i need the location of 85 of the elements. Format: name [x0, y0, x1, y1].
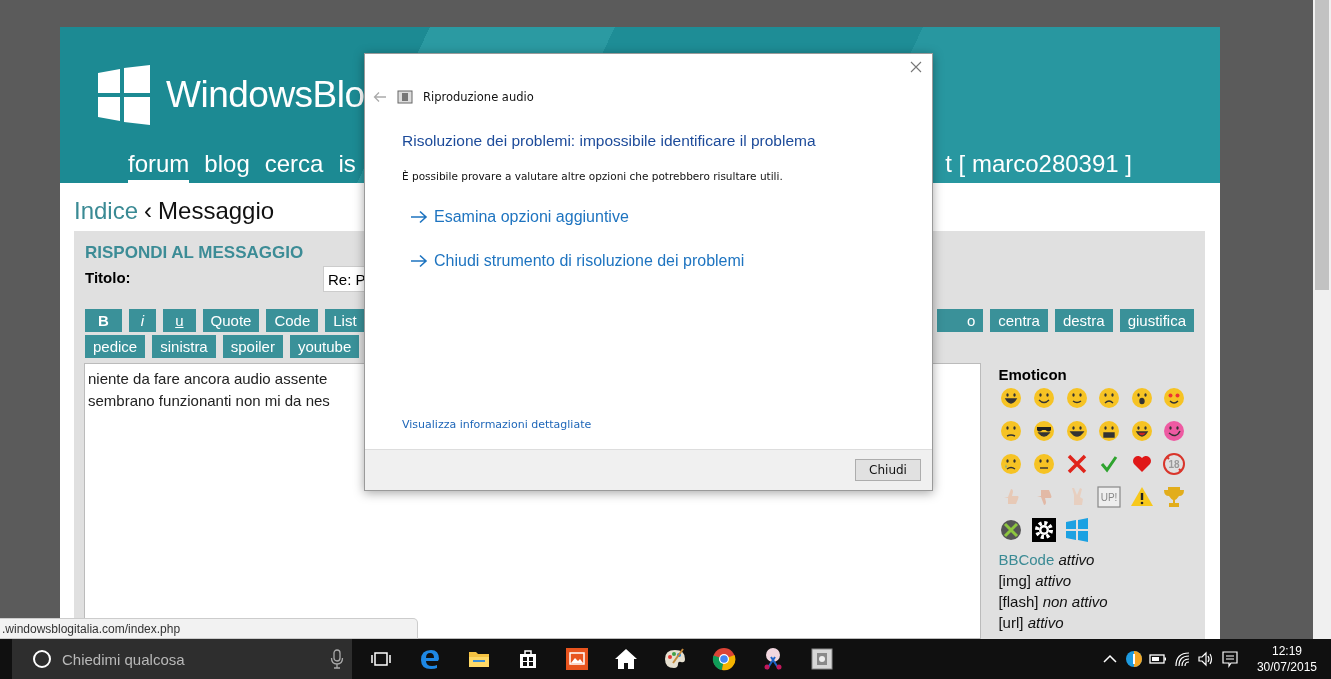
- bbcode-tag: [img]: [998, 572, 1031, 589]
- format-button[interactable]: B: [85, 309, 122, 332]
- format-button[interactable]: u: [163, 309, 196, 332]
- format-button[interactable]: spoiler: [222, 335, 283, 358]
- emoticon-heading: Emoticon: [998, 366, 1068, 383]
- gear-icon[interactable]: [1032, 518, 1057, 542]
- up-badge-icon[interactable]: UP!: [1097, 486, 1121, 508]
- bbcode-state: attivo: [1058, 551, 1095, 568]
- bbcode-tag: [url]: [998, 614, 1024, 631]
- smiley-icon[interactable]: [1164, 421, 1185, 441]
- option-link[interactable]: Esamina opzioni aggiuntive: [410, 208, 629, 226]
- status-url: .windowsblogitalia.com/index.php: [0, 618, 418, 639]
- site-logo-text: WindowsBlo: [166, 73, 365, 117]
- format-button[interactable]: Quote: [202, 309, 260, 332]
- thumbs-down-icon[interactable]: [1037, 490, 1052, 505]
- subject-label: Titolo:: [85, 269, 132, 286]
- heart-icon[interactable]: [1132, 456, 1151, 472]
- bbcode-tag: [flash]: [998, 593, 1039, 610]
- chrome-icon[interactable]: [711, 647, 736, 671]
- smiley-icon[interactable]: [1131, 421, 1152, 441]
- nav-link[interactable]: cerca: [264, 150, 324, 183]
- format-button[interactable]: centra: [990, 309, 1048, 332]
- nav-link[interactable]: blog: [204, 150, 250, 183]
- format-button[interactable]: destra: [1054, 309, 1113, 332]
- thumbs-up-icon[interactable]: [1004, 489, 1019, 504]
- smiley-icon[interactable]: [1066, 421, 1087, 441]
- arrow-icon: [410, 210, 428, 224]
- x-ball-icon[interactable]: [1001, 520, 1022, 540]
- format-button[interactable]: sinistra: [152, 335, 216, 358]
- bbcode-state: non attivo: [1042, 593, 1108, 610]
- bbcode-link[interactable]: BBCode: [998, 551, 1055, 568]
- smiley-icon[interactable]: [1001, 388, 1022, 408]
- format-button[interactable]: List: [325, 309, 365, 332]
- home-icon[interactable]: [613, 647, 638, 671]
- smiley-icon[interactable]: [1001, 454, 1022, 474]
- smiley-icon[interactable]: [1001, 421, 1022, 441]
- notification-icon[interactable]: [1220, 650, 1239, 668]
- form-title: RISPONDI AL MESSAGGIO: [85, 243, 304, 263]
- breadcrumb-separator: ‹: [144, 197, 153, 225]
- clock[interactable]: 12:19 30/07/2015: [1256, 643, 1317, 675]
- smiley-icon[interactable]: [1034, 421, 1055, 441]
- close-icon[interactable]: [910, 61, 922, 73]
- prohibited-sign-icon[interactable]: 18: [1163, 453, 1186, 475]
- nav-link[interactable]: is: [338, 150, 356, 183]
- user-link[interactable]: t [ marco280391 ]: [945, 150, 1132, 183]
- audio-panel-icon: [397, 90, 413, 104]
- bbcode-state: attivo: [1027, 614, 1064, 631]
- bbcode-state: attivo: [1035, 572, 1071, 589]
- option-link[interactable]: Chiudi strumento di risoluzione dei problemi: [410, 252, 745, 270]
- audio-panel-icon[interactable]: [809, 647, 834, 671]
- format-button[interactable]: i: [128, 309, 157, 332]
- cross-icon[interactable]: [1066, 454, 1087, 474]
- smiley-icon[interactable]: [1164, 388, 1185, 408]
- scroll-thumb[interactable]: [1315, 0, 1329, 290]
- format-button[interactable]: o: [936, 309, 984, 332]
- scrollbar[interactable]: [1313, 0, 1331, 639]
- warning-icon[interactable]: [1130, 487, 1153, 506]
- logo-icon: [98, 65, 150, 125]
- details-link[interactable]: Visualizza informazioni dettagliate: [402, 418, 592, 431]
- arrow-icon: [410, 254, 428, 268]
- microphone-icon[interactable]: [330, 649, 344, 669]
- photo-icon[interactable]: [564, 647, 589, 671]
- wifi-icon[interactable]: [1172, 650, 1191, 668]
- breadcrumb-current: Messaggio: [158, 197, 275, 225]
- palette-icon[interactable]: [662, 647, 687, 671]
- check-icon[interactable]: [1101, 456, 1118, 473]
- format-button[interactable]: youtube: [289, 335, 360, 358]
- dialog-title: Riproduzione audio: [423, 90, 534, 104]
- smiley-icon[interactable]: [1099, 421, 1120, 441]
- smiley-icon[interactable]: [1131, 388, 1152, 408]
- circle-icon: [32, 649, 52, 669]
- dialog-message: È possibile provare a valutare altre opzioni che potrebbero risultare utili.: [402, 170, 784, 182]
- format-button[interactable]: giustifica: [1119, 309, 1194, 332]
- dialog-heading: Risoluzione dei problemi: impossibile identificare il problema: [402, 132, 817, 150]
- close-button[interactable]: Chiudi: [855, 459, 921, 481]
- smiley-icon[interactable]: [1066, 388, 1087, 408]
- speaker-icon[interactable]: [1196, 650, 1215, 668]
- smiley-icon[interactable]: [1099, 388, 1120, 408]
- format-button[interactable]: pedice: [85, 335, 146, 358]
- half-circle-icon[interactable]: [1124, 650, 1143, 668]
- breadcrumb-link[interactable]: Indice: [74, 197, 139, 225]
- search-field[interactable]: Chiedimi qualcosa: [12, 639, 352, 679]
- nav-link[interactable]: forum: [128, 150, 190, 183]
- smiley-icon[interactable]: [1034, 388, 1055, 408]
- format-button[interactable]: Code: [266, 309, 319, 332]
